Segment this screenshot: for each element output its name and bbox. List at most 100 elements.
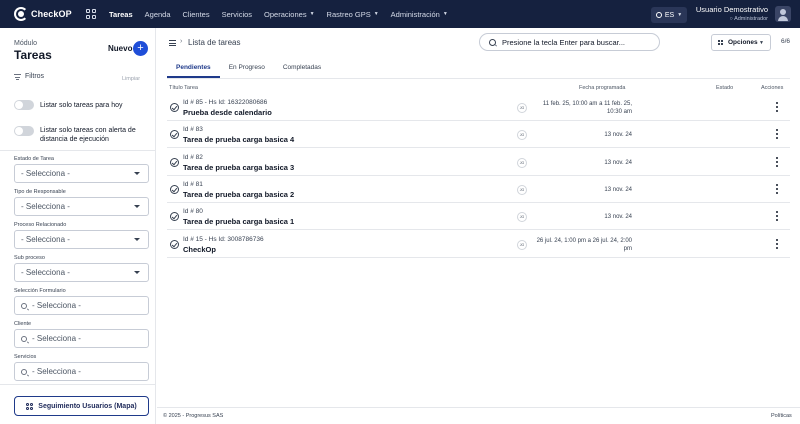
chevron-down-icon: ▼ xyxy=(442,11,448,17)
main-content: › Lista de tareas Presione la tecla Ente… xyxy=(157,28,800,424)
toggle-switch[interactable] xyxy=(14,100,34,110)
assignee-badge: JG xyxy=(517,130,527,141)
toggle-label: Listar solo tareas para hoy xyxy=(40,102,123,109)
filter-select[interactable]: - Selecciona - xyxy=(14,164,149,183)
add-task-button[interactable]: + xyxy=(133,41,148,56)
filters-label: Filtros xyxy=(25,73,45,80)
table-row[interactable]: Id # 81 Tarea de prueba carga basica 2 JG 1… xyxy=(167,176,790,203)
nav-item[interactable]: Administración ▼ xyxy=(385,0,454,28)
row-actions-more-icon[interactable] xyxy=(775,238,779,250)
task-name[interactable]: Tarea de prueba carga basica 4 xyxy=(183,135,294,144)
toggle-distance-alert[interactable]: Listar solo tareas con alerta de distanc… xyxy=(14,126,150,144)
footer: © 2025 - Progresus SAS Políticas xyxy=(157,407,800,424)
toggle-switch[interactable] xyxy=(14,126,34,136)
search-placeholder: Presione la tecla Enter para buscar... xyxy=(502,37,625,47)
filter-select[interactable]: - Selecciona - xyxy=(14,230,149,249)
policies-link[interactable]: Políticas xyxy=(771,413,792,419)
nav-item[interactable]: Agenda xyxy=(139,0,177,28)
tab[interactable]: Pendientes xyxy=(167,60,220,78)
column-header-date: Fecha programada xyxy=(579,85,626,91)
new-label[interactable]: Nuevo xyxy=(108,44,132,53)
user-role-text: Administrador xyxy=(734,16,768,22)
row-actions-more-icon[interactable] xyxy=(775,129,779,140)
filter-group: Proceso Relacionado - Selecciona - xyxy=(14,222,149,249)
table-row[interactable]: Id # 15 - Hs Id: 3008786736 CheckOp JG 26 j… xyxy=(167,231,790,258)
user-tracking-map-button[interactable]: Seguimiento Usuarios (Mapa) xyxy=(14,396,149,416)
task-status-check-icon[interactable] xyxy=(170,130,179,140)
row-actions-more-icon[interactable] xyxy=(775,211,779,222)
table-row[interactable]: Id # 82 Tarea de prueba carga basica 3 JG 1… xyxy=(167,149,790,176)
globe-icon xyxy=(655,12,662,18)
menu-icon[interactable] xyxy=(169,40,176,46)
nav-item-label: Agenda xyxy=(144,9,171,19)
task-status-check-icon[interactable] xyxy=(170,212,179,222)
filter-group: Servicios - Selecciona - xyxy=(14,354,149,381)
filter-value: - Selecciona - xyxy=(32,301,81,310)
filter-icon xyxy=(14,73,21,80)
avatar[interactable] xyxy=(775,6,791,22)
toggle-today-only[interactable]: Listar solo tareas para hoy xyxy=(14,100,123,110)
filter-select[interactable]: - Selecciona - xyxy=(14,362,149,381)
tab[interactable]: Completadas xyxy=(274,60,330,78)
app-logo[interactable]: CheckOP xyxy=(14,7,76,21)
top-navbar: CheckOP Tareas Agenda Clientes Servicios Ope… xyxy=(0,0,800,28)
nav-item[interactable]: Clientes xyxy=(177,0,216,28)
task-name[interactable]: Prueba desde calendario xyxy=(183,108,272,117)
task-status-check-icon[interactable] xyxy=(170,157,179,167)
row-actions-more-icon[interactable] xyxy=(775,183,779,195)
user-info[interactable]: Usuario Demostrativo ○ Administrador xyxy=(690,5,768,22)
task-name[interactable]: Tarea de prueba carga basica 3 xyxy=(183,163,294,172)
filter-select[interactable]: - Selecciona - xyxy=(14,197,149,216)
task-id: Id # 83 xyxy=(183,126,203,134)
options-dropdown[interactable]: Opciones ▼ xyxy=(711,34,771,51)
filter-select[interactable]: - Selecciona - xyxy=(14,263,149,282)
filter-label: Sub proceso xyxy=(14,255,45,261)
row-actions-more-icon[interactable] xyxy=(775,156,779,168)
search-input[interactable]: Presione la tecla Enter para buscar... xyxy=(479,33,660,51)
filter-value: - Selecciona - xyxy=(21,169,70,178)
nav-item-label: Clientes xyxy=(182,9,210,19)
filter-select[interactable]: - Selecciona - xyxy=(14,329,149,348)
tab[interactable]: En Progreso xyxy=(220,60,274,78)
nav-item[interactable]: Servicios xyxy=(216,0,258,28)
filter-select[interactable]: - Selecciona - xyxy=(14,296,149,315)
filter-group: Selección Formulario - Selecciona - xyxy=(14,288,149,315)
clear-filters-button[interactable]: Limpiar xyxy=(122,76,140,82)
breadcrumb: Lista de tareas xyxy=(188,38,241,47)
search-icon xyxy=(489,38,496,46)
nav-item[interactable]: Operaciones ▼ xyxy=(258,0,320,28)
task-name[interactable]: CheckOp xyxy=(183,245,216,254)
task-date: 13 nov. 24 xyxy=(604,214,632,221)
user-name: Usuario Demostrativo xyxy=(695,5,768,14)
filter-value: - Selecciona - xyxy=(21,202,70,211)
nav-item-label: Rastreo GPS xyxy=(326,9,371,19)
chevron-down-icon: ▼ xyxy=(677,12,683,18)
task-status-check-icon[interactable] xyxy=(170,103,179,112)
table-row[interactable]: Id # 85 - Hs Id: 16322080686 Prueba desde… xyxy=(167,94,790,121)
table-row[interactable]: Id # 80 Tarea de prueba carga basica 1 JG 1… xyxy=(167,203,790,231)
map-tracking-icon xyxy=(26,402,34,410)
nav-item[interactable]: Tareas xyxy=(103,0,139,28)
task-name[interactable]: Tarea de prueba carga basica 2 xyxy=(183,190,294,199)
task-date: 13 nov. 24 xyxy=(604,186,632,193)
language-code: ES xyxy=(664,11,675,19)
task-name[interactable]: Tarea de prueba carga basica 1 xyxy=(183,217,294,226)
chevron-right-icon: › xyxy=(180,38,183,45)
table-row[interactable]: Id # 83 Tarea de prueba carga basica 4 JG 1… xyxy=(167,121,790,149)
row-actions-more-icon[interactable] xyxy=(775,102,779,113)
search-icon xyxy=(21,368,27,375)
app-name: CheckOP xyxy=(31,9,72,19)
apps-grid-icon[interactable] xyxy=(86,9,96,19)
chevron-down-icon xyxy=(134,271,140,274)
task-status-check-icon[interactable] xyxy=(170,239,179,249)
divider xyxy=(167,78,790,79)
nav-item-label: Operaciones xyxy=(264,9,307,19)
nav-item-label: Administración xyxy=(390,9,440,19)
sidebar: Módulo Tareas Nuevo + Filtros Limpiar Li… xyxy=(0,28,156,424)
language-selector[interactable]: ES ▼ xyxy=(651,7,687,23)
nav-item[interactable]: Rastreo GPS ▼ xyxy=(321,0,385,28)
chevron-down-icon: ▼ xyxy=(309,11,315,17)
task-status-check-icon[interactable] xyxy=(170,184,179,194)
task-id: Id # 81 xyxy=(183,180,203,188)
user-role: ○ Administrador xyxy=(729,16,768,22)
